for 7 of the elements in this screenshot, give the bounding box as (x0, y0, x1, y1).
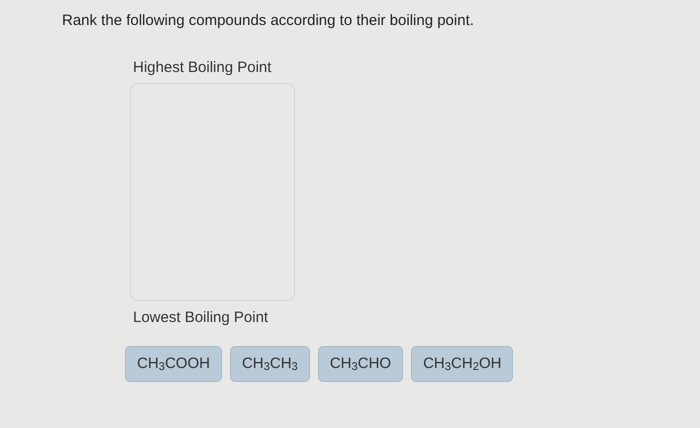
compound-tile[interactable]: CH$_{3}$CH$_{2}$OH (411, 346, 514, 382)
highest-label: Highest Boiling Point (133, 58, 272, 78)
compound-tile[interactable]: CH$_{3}$CHO (318, 346, 404, 382)
compound-tile[interactable]: CH$_{3}$CH$_{3}$ (230, 346, 310, 382)
lowest-label: Lowest Boiling Point (133, 308, 270, 328)
question-text: Rank the following compounds according to their boiling point. (61, 11, 475, 31)
compound-tile[interactable]: CH$_{3}$COOH (125, 346, 222, 382)
